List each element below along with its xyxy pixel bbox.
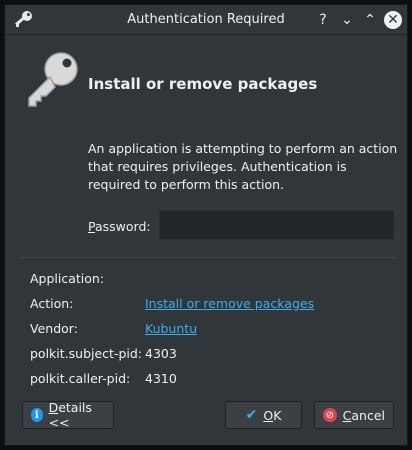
info-icon: i <box>31 408 43 422</box>
password-field[interactable] <box>159 210 394 240</box>
minimize-button[interactable]: ⌄ <box>337 10 357 30</box>
separator <box>19 257 397 258</box>
details-button-label: Details << <box>49 400 105 430</box>
ok-mnemonic: O <box>263 407 274 423</box>
password-label-mnemonic: P <box>88 219 95 234</box>
cancel-label-text: ancel <box>351 407 385 423</box>
detail-value: 4303 <box>145 346 177 361</box>
cancel-button-label: Cancel <box>343 408 385 423</box>
detail-value: 4310 <box>145 371 177 386</box>
detail-label: Application: <box>30 271 105 286</box>
ok-button-label: OK <box>263 408 281 423</box>
action-link[interactable]: Install or remove packages <box>145 296 314 311</box>
help-button[interactable]: ? <box>313 10 333 30</box>
vendor-link[interactable]: Kubuntu <box>145 321 197 336</box>
detail-label: Vendor: <box>30 321 78 336</box>
detail-label: polkit.subject-pid: <box>30 346 143 361</box>
cancel-button[interactable]: ⊘ Cancel <box>314 401 394 429</box>
auth-dialog-window: Authentication Required ? ⌄ ⌃ ✕ Install … <box>4 4 408 446</box>
detail-label: polkit.caller-pid: <box>30 371 131 386</box>
maximize-button[interactable]: ⌃ <box>360 10 380 30</box>
dialog-heading: Install or remove packages <box>88 75 318 93</box>
title-bar[interactable]: Authentication Required ? ⌄ ⌃ ✕ <box>5 5 407 35</box>
details-mnemonic: D <box>48 400 59 415</box>
cancel-icon: ⊘ <box>323 408 337 422</box>
close-button[interactable]: ✕ <box>384 11 402 29</box>
password-label: Password: <box>88 219 151 234</box>
key-icon <box>28 52 78 107</box>
detail-label: Action: <box>30 296 74 311</box>
checkmark-icon: ✔ <box>245 407 258 423</box>
dialog-description: An application is attempting to perform … <box>88 141 398 192</box>
ok-button[interactable]: ✔ OK <box>225 401 302 429</box>
details-button[interactable]: i Details << <box>22 400 114 430</box>
password-label-text: assword: <box>94 219 151 234</box>
ok-label-text: K <box>273 407 282 423</box>
